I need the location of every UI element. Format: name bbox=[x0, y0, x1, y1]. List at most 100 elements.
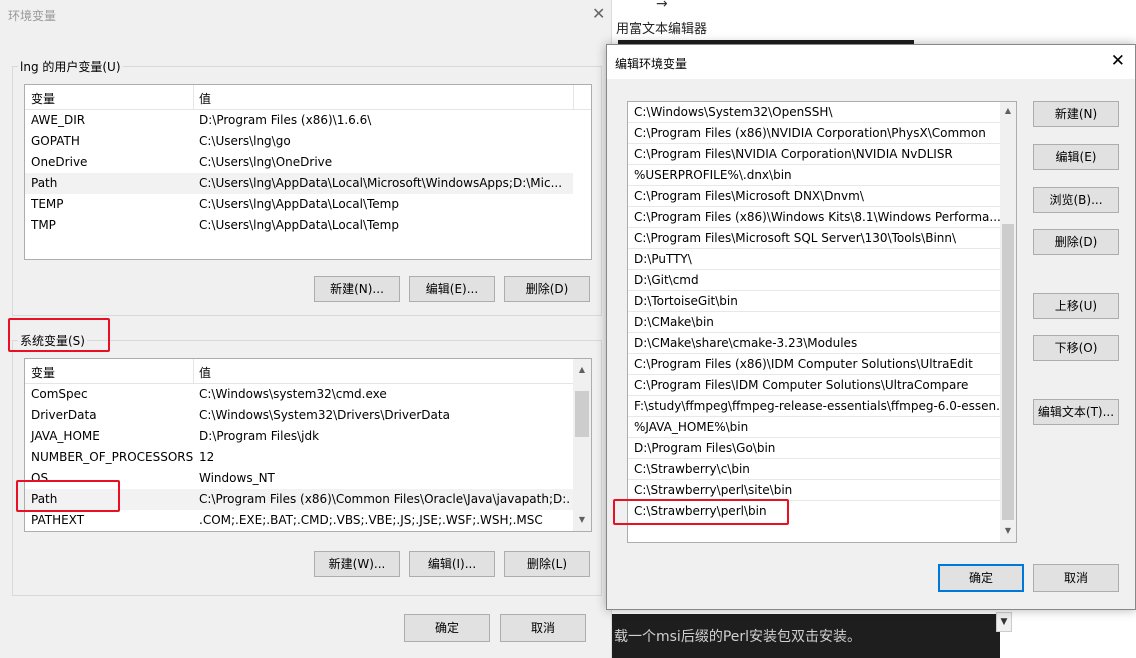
scroll-down-icon[interactable]: ▼ bbox=[1000, 526, 1016, 535]
edit-path-button[interactable]: 编辑(E) bbox=[1033, 144, 1119, 170]
edit-text-button[interactable]: 编辑文本(T)... bbox=[1033, 399, 1119, 425]
vertical-scrollbar[interactable]: ▲ ▼ bbox=[573, 359, 591, 531]
var-name: TEMP bbox=[31, 197, 64, 211]
highlight-box bbox=[8, 318, 110, 352]
list-item[interactable]: C:\Program Files\IDM Computer Solutions\… bbox=[628, 375, 1000, 396]
var-value: 12 bbox=[199, 450, 215, 464]
dialog-title: 环境变量 bbox=[8, 9, 57, 23]
scroll-up-icon[interactable]: ▲ bbox=[1000, 106, 1016, 115]
list-item[interactable]: F:\study\ffmpeg\ffmpeg-release-essential… bbox=[628, 396, 1000, 417]
table-row[interactable]: TMP C:\Users\lng\AppData\Local\Temp bbox=[25, 215, 573, 236]
scrollbar-thumb[interactable] bbox=[575, 391, 589, 437]
scrollbar-thumb[interactable] bbox=[1002, 224, 1014, 520]
list-item[interactable]: %USERPROFILE%\.dnx\bin bbox=[628, 165, 1000, 186]
path-entry: D:\CMake\bin bbox=[634, 315, 714, 329]
list-item[interactable]: C:\Program Files\Microsoft SQL Server\13… bbox=[628, 228, 1000, 249]
user-variables-label: lng 的用户变量(U) bbox=[18, 58, 123, 75]
list-item[interactable]: D:\TortoiseGit\bin bbox=[628, 291, 1000, 312]
var-value: C:\Windows\System32\Drivers\DriverData bbox=[199, 408, 450, 422]
environment-variables-dialog: 环境变量 ✕ lng 的用户变量(U) 变量 值 AWE_DIR D:\Prog… bbox=[0, 0, 612, 658]
editor-text: 用富文本编辑器 bbox=[616, 22, 708, 37]
list-header: 变量 值 bbox=[25, 85, 591, 110]
scroll-down-icon[interactable]: ▼ bbox=[996, 612, 1012, 632]
column-separator bbox=[193, 85, 194, 109]
cancel-button[interactable]: 取消 bbox=[1033, 564, 1119, 592]
list-item[interactable]: C:\Program Files\Microsoft DNX\Dnvm\ bbox=[628, 186, 1000, 207]
table-row[interactable]: GOPATH C:\Users\lng\go bbox=[25, 131, 573, 152]
browse-button[interactable]: 浏览(B)... bbox=[1033, 187, 1119, 213]
close-icon[interactable]: ✕ bbox=[592, 4, 605, 23]
list-item[interactable]: C:\Strawberry\perl\site\bin bbox=[628, 480, 1000, 501]
user-delete-button[interactable]: 删除(D) bbox=[504, 276, 590, 302]
var-value: C:\Users\lng\OneDrive bbox=[199, 155, 333, 169]
cancel-button[interactable]: 取消 bbox=[500, 614, 586, 642]
table-row[interactable]: PATHEXT .COM;.EXE;.BAT;.CMD;.VBS;.VBE;.J… bbox=[25, 510, 573, 531]
scroll-up-icon[interactable]: ▲ bbox=[573, 365, 591, 374]
editor-bottom-text: 载一个msi后缀的Perl安装包双击安装。 bbox=[614, 629, 862, 645]
list-item[interactable]: D:\Program Files\Go\bin bbox=[628, 438, 1000, 459]
close-icon[interactable]: ✕ bbox=[1111, 51, 1125, 71]
table-row[interactable]: ComSpec C:\Windows\system32\cmd.exe bbox=[25, 384, 573, 405]
user-variables-list[interactable]: 变量 值 AWE_DIR D:\Program Files (x86)\1.6.… bbox=[24, 84, 592, 260]
var-value: D:\Program Files (x86)\1.6.6\ bbox=[199, 113, 372, 127]
var-name: ComSpec bbox=[31, 387, 88, 401]
ok-button[interactable]: 确定 bbox=[938, 564, 1024, 592]
path-entry: C:\Program Files\IDM Computer Solutions\… bbox=[634, 378, 969, 392]
column-header-value[interactable]: 值 bbox=[199, 364, 211, 381]
path-entry: C:\Strawberry\c\bin bbox=[634, 462, 750, 476]
var-value: C:\Program Files (x86)\Common Files\Orac… bbox=[199, 492, 569, 506]
user-edit-button[interactable]: 编辑(E)... bbox=[409, 276, 495, 302]
list-item[interactable]: C:\Program Files (x86)\Windows Kits\8.1\… bbox=[628, 207, 1000, 228]
system-edit-button[interactable]: 编辑(I)... bbox=[409, 551, 495, 577]
column-header-variable[interactable]: 变量 bbox=[31, 364, 55, 381]
var-name: NUMBER_OF_PROCESSORS bbox=[31, 450, 194, 464]
path-entry: C:\Program Files (x86)\IDM Computer Solu… bbox=[634, 357, 973, 371]
table-row[interactable]: OneDrive C:\Users\lng\OneDrive bbox=[25, 152, 573, 173]
path-entry: C:\Program Files\Microsoft DNX\Dnvm\ bbox=[634, 189, 864, 203]
new-path-button[interactable]: 新建(N) bbox=[1033, 101, 1119, 127]
table-row[interactable]: AWE_DIR D:\Program Files (x86)\1.6.6\ bbox=[25, 110, 573, 131]
var-name: TMP bbox=[31, 218, 56, 232]
highlight-box bbox=[16, 480, 120, 512]
move-up-button[interactable]: 上移(U) bbox=[1033, 293, 1119, 319]
list-item[interactable]: D:\PuTTY\ bbox=[628, 249, 1000, 270]
path-entry: D:\CMake\share\cmake-3.23\Modules bbox=[634, 336, 858, 350]
path-entry: D:\PuTTY\ bbox=[634, 252, 692, 266]
path-list[interactable]: C:\Windows\System32\OpenSSH\ C:\Program … bbox=[627, 101, 1017, 543]
var-value: C:\Users\lng\go bbox=[199, 134, 291, 148]
list-item[interactable]: C:\Program Files\NVIDIA Corporation\NVID… bbox=[628, 144, 1000, 165]
column-header-value[interactable]: 值 bbox=[199, 90, 211, 107]
ok-button[interactable]: 确定 bbox=[404, 614, 490, 642]
column-header-variable[interactable]: 变量 bbox=[31, 90, 55, 107]
var-value: C:\Users\lng\AppData\Local\Microsoft\Win… bbox=[199, 176, 563, 190]
table-row[interactable]: DriverData C:\Windows\System32\Drivers\D… bbox=[25, 405, 573, 426]
list-item[interactable]: C:\Program Files (x86)\IDM Computer Solu… bbox=[628, 354, 1000, 375]
path-entry: F:\study\ffmpeg\ffmpeg-release-essential… bbox=[634, 399, 1000, 413]
table-row[interactable]: Path C:\Users\lng\AppData\Local\Microsof… bbox=[25, 173, 573, 194]
list-item[interactable]: D:\CMake\bin bbox=[628, 312, 1000, 333]
list-item[interactable]: C:\Windows\System32\OpenSSH\ bbox=[628, 102, 1000, 123]
scroll-down-icon[interactable]: ▼ bbox=[573, 515, 591, 524]
list-item[interactable]: D:\Git\cmd bbox=[628, 270, 1000, 291]
var-name: DriverData bbox=[31, 408, 97, 422]
vertical-scrollbar[interactable]: ▲ ▼ bbox=[1000, 102, 1016, 542]
table-row[interactable]: NUMBER_OF_PROCESSORS 12 bbox=[25, 447, 573, 468]
list-item[interactable]: C:\Strawberry\c\bin bbox=[628, 459, 1000, 480]
list-item[interactable]: C:\Program Files (x86)\NVIDIA Corporatio… bbox=[628, 123, 1000, 144]
list-item[interactable]: %JAVA_HOME%\bin bbox=[628, 417, 1000, 438]
table-row[interactable]: TEMP C:\Users\lng\AppData\Local\Temp bbox=[25, 194, 573, 215]
var-name: PATHEXT bbox=[31, 513, 85, 527]
move-down-button[interactable]: 下移(O) bbox=[1033, 335, 1119, 361]
table-row[interactable]: JAVA_HOME D:\Program Files\jdk bbox=[25, 426, 573, 447]
user-new-button[interactable]: 新建(N)... bbox=[314, 276, 400, 302]
var-value: C:\Windows\system32\cmd.exe bbox=[199, 387, 387, 401]
var-value: C:\Users\lng\AppData\Local\Temp bbox=[199, 218, 399, 232]
column-separator bbox=[193, 359, 194, 383]
list-item[interactable]: D:\CMake\share\cmake-3.23\Modules bbox=[628, 333, 1000, 354]
delete-path-button[interactable]: 删除(D) bbox=[1033, 229, 1119, 255]
column-separator bbox=[573, 85, 574, 109]
system-delete-button[interactable]: 删除(L) bbox=[504, 551, 590, 577]
system-new-button[interactable]: 新建(W)... bbox=[314, 551, 400, 577]
var-value: .COM;.EXE;.BAT;.CMD;.VBS;.VBE;.JS;.JSE;.… bbox=[199, 513, 543, 527]
path-entry: C:\Program Files (x86)\NVIDIA Corporatio… bbox=[634, 126, 986, 140]
